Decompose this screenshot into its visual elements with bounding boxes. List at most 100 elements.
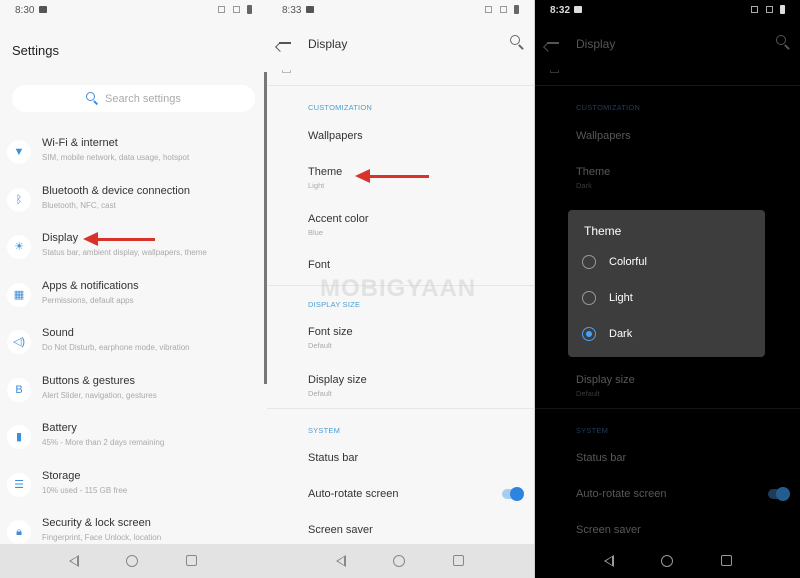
row-screen-saver[interactable]: Screen saver [308, 524, 373, 536]
annotation-arrow [83, 232, 155, 246]
row-label: Status bar [308, 452, 359, 464]
status-bar: 8:33 [267, 0, 534, 22]
settings-item-subtitle: Do Not Disturb, earphone mode, vibration [42, 343, 190, 352]
watermark: MOBIGYAAN [320, 275, 477, 302]
theme-option-light[interactable]: Light [582, 291, 752, 311]
annotation-arrow [355, 169, 429, 183]
header-divider [535, 70, 800, 86]
row-wallpapers[interactable]: Wallpapers [576, 130, 631, 142]
status-time: 8:33 [282, 5, 302, 16]
settings-item-label: Security & lock screen [42, 517, 151, 529]
navigation-bar [0, 544, 267, 578]
row-label: Auto-rotate screen [308, 488, 399, 500]
image-notification-icon [574, 6, 582, 13]
back-arrow-icon[interactable] [279, 42, 291, 44]
search-icon[interactable] [510, 35, 520, 45]
row-display-size[interactable]: Display size Default [308, 374, 367, 398]
row-label: Screen saver [576, 524, 641, 536]
row-status-bar[interactable]: Status bar [576, 452, 626, 464]
dialog-title: Theme [584, 224, 622, 238]
settings-item-buttons[interactable]: B Buttons & gestures Alert Slider, navig… [0, 375, 262, 422]
partial-row-icon [550, 70, 559, 73]
search-placeholder: Search settings [105, 93, 181, 105]
nav-recents-icon[interactable] [453, 555, 464, 566]
image-notification-icon [306, 6, 314, 13]
settings-item-wifi[interactable]: ▼ Wi-Fi & internet SIM, mobile network, … [0, 137, 262, 184]
nav-back-icon[interactable] [604, 555, 614, 567]
speaker-icon: ◁) [7, 330, 31, 354]
nav-recents-icon[interactable] [186, 555, 197, 566]
settings-item-label: Bluetooth & device connection [42, 185, 190, 197]
settings-item-battery[interactable]: ▮ Battery 45% - More than 2 days remaini… [0, 422, 262, 469]
row-auto-rotate[interactable]: Auto-rotate screen [576, 488, 667, 500]
nav-recents-icon[interactable] [721, 555, 732, 566]
settings-item-label: Battery [42, 422, 77, 434]
row-theme[interactable]: Theme Light [308, 166, 342, 190]
lock-icon: 🔒︎ [7, 520, 31, 544]
settings-item-label: Apps & notifications [42, 280, 139, 292]
settings-item-label: Display [42, 232, 79, 244]
nav-back-icon[interactable] [69, 555, 79, 567]
app-bar: Display [535, 22, 800, 72]
row-font-size[interactable]: Font size Default [308, 326, 353, 350]
radio-button[interactable] [582, 291, 596, 305]
row-label: Auto-rotate screen [576, 488, 667, 500]
toggle-knob [510, 487, 524, 501]
theme-option-dark[interactable]: Dark [582, 327, 752, 347]
settings-item-apps[interactable]: ▦ Apps & notifications Permissions, defa… [0, 280, 262, 327]
row-value: Default [308, 341, 332, 350]
auto-rotate-toggle[interactable] [768, 487, 790, 501]
no-sim-icon [766, 6, 773, 13]
brightness-icon: ☀ [7, 235, 31, 259]
section-header-system: SYSTEM [576, 426, 609, 435]
row-auto-rotate[interactable]: Auto-rotate screen [308, 488, 399, 500]
settings-item-sound[interactable]: ◁) Sound Do Not Disturb, earphone mode, … [0, 327, 262, 374]
settings-item-storage[interactable]: ☰ Storage 10% used - 115 GB free [0, 470, 262, 517]
page-title: Display [576, 37, 616, 51]
nav-home-icon[interactable] [393, 555, 405, 567]
no-sim-icon [233, 6, 240, 13]
status-bar: 8:32 [535, 0, 800, 22]
search-input[interactable]: Search settings [12, 85, 255, 112]
settings-item-subtitle: Status bar, ambient display, wallpapers,… [42, 248, 207, 257]
option-label: Dark [609, 328, 633, 340]
nav-home-icon[interactable] [126, 555, 138, 567]
option-label: Light [609, 292, 633, 304]
row-label: Theme [576, 166, 611, 178]
battery-icon: ▮ [7, 425, 31, 449]
nav-back-icon[interactable] [336, 555, 346, 567]
section-header-customization: CUSTOMIZATION [308, 103, 372, 112]
settings-screen: 8:30 Settings Search settings ▼ Wi-Fi & … [0, 0, 267, 578]
storage-icon: ☰ [7, 473, 31, 497]
settings-item-bluetooth[interactable]: ᛒ Bluetooth & device connection Bluetoot… [0, 185, 262, 232]
navigation-bar [267, 544, 534, 578]
row-label: Status bar [576, 452, 627, 464]
battery-status-icon [247, 5, 252, 14]
no-sim-icon [751, 6, 758, 13]
status-bar: 8:30 [0, 0, 267, 22]
row-accent-color[interactable]: Accent color Blue [308, 213, 369, 237]
row-display-size[interactable]: Display size Default [576, 374, 635, 398]
search-icon[interactable] [776, 35, 786, 45]
partial-row-icon [282, 70, 291, 73]
settings-item-subtitle: SIM, mobile network, data usage, hotspot [42, 153, 190, 162]
battery-status-icon [514, 5, 519, 14]
auto-rotate-toggle[interactable] [502, 487, 524, 501]
theme-option-colorful[interactable]: Colorful [582, 255, 752, 275]
back-arrow-icon[interactable] [547, 42, 559, 44]
radio-button[interactable] [582, 255, 596, 269]
row-font[interactable]: Font [308, 259, 330, 271]
row-label: Font [308, 259, 331, 271]
theme-dialog: Theme Colorful Light Dark [568, 210, 765, 357]
status-time: 8:32 [550, 5, 571, 16]
battery-status-icon [780, 5, 785, 14]
settings-item-subtitle: Alert Slider, navigation, gestures [42, 391, 157, 400]
no-sim-icon [218, 6, 225, 13]
row-screen-saver[interactable]: Screen saver [576, 524, 641, 536]
row-status-bar[interactable]: Status bar [308, 452, 358, 464]
row-wallpapers[interactable]: Wallpapers [308, 130, 363, 142]
nav-home-icon[interactable] [661, 555, 673, 567]
radio-button-selected[interactable] [582, 327, 596, 341]
row-label: Accent color [308, 213, 369, 225]
row-theme[interactable]: Theme Dark [576, 166, 610, 190]
